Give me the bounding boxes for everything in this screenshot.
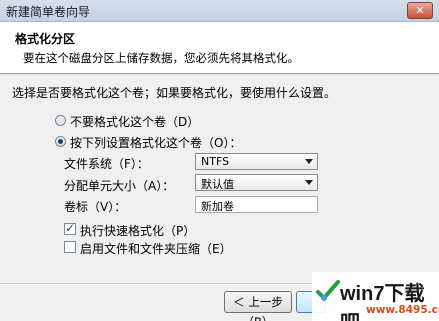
file-system-value: NTFS — [201, 155, 230, 168]
allocation-unit-select[interactable]: 默认值 — [195, 174, 318, 191]
title-bar: 新建简单卷向导 ✕ — [0, 0, 439, 22]
close-icon: ✕ — [415, 4, 425, 17]
watermark-url: www.8495.cn — [366, 304, 439, 316]
back-button[interactable]: ＜ 上一步（B） — [224, 291, 292, 321]
win7-logo-icon — [316, 280, 340, 301]
chevron-down-icon — [305, 159, 313, 164]
compression-checkbox[interactable] — [64, 241, 76, 253]
compression-label[interactable]: 启用文件和文件夹压缩（E） — [80, 240, 232, 257]
wizard-body: 选择是否要格式化这个卷；如果要格式化，要使用什么设置。 不要格式化这个卷（D） … — [0, 75, 439, 283]
allocation-unit-value: 默认值 — [201, 178, 234, 191]
no-format-radio[interactable] — [55, 115, 66, 126]
check-icon: ✓ — [65, 221, 76, 235]
format-radio[interactable] — [55, 136, 66, 147]
quick-format-label[interactable]: 执行快速格式化（P） — [80, 222, 195, 239]
quick-format-checkbox[interactable]: ✓ — [64, 221, 76, 235]
page-title: 格式化分区 — [15, 32, 76, 46]
allocation-unit-label: 分配单元大小（A）： — [64, 179, 175, 193]
wizard-header: 格式化分区 要在这个磁盘分区上储存数据，您必须先将其格式化。 — [0, 22, 439, 74]
file-system-select[interactable]: NTFS — [195, 153, 318, 170]
no-format-label[interactable]: 不要格式化这个卷（D） — [70, 113, 199, 130]
close-button[interactable]: ✕ — [407, 2, 433, 19]
chevron-down-icon — [305, 180, 313, 185]
format-label[interactable]: 按下列设置格式化这个卷（O）： — [70, 134, 241, 151]
watermark: win7下载吧 www.8495.cn — [312, 272, 439, 321]
window-title: 新建简单卷向导 — [6, 5, 91, 19]
volume-label-input[interactable]: 新加卷 — [195, 196, 318, 213]
format-question: 选择是否要格式化这个卷；如果要格式化，要使用什么设置。 — [12, 86, 337, 100]
page-description: 要在这个磁盘分区上储存数据，您必须先将其格式化。 — [23, 51, 299, 65]
file-system-label: 文件系统（F）： — [64, 157, 149, 171]
volume-label-label: 卷标（V）： — [64, 200, 127, 214]
